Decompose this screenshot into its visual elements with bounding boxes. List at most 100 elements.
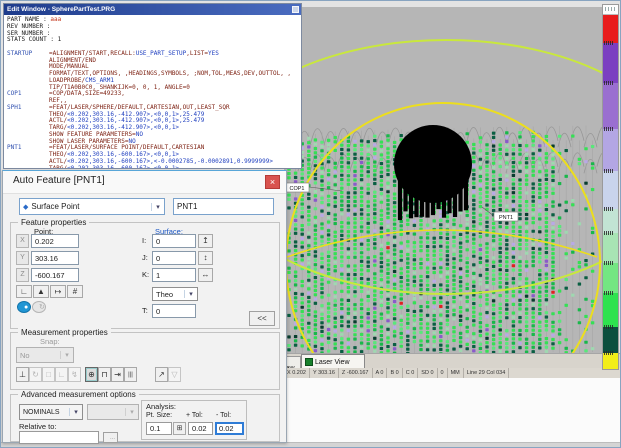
lower-panel	[287, 378, 621, 442]
dialog-titlebar: Auto Feature [PNT1] ×	[3, 171, 286, 194]
probe-mode-button[interactable]: ⊥	[16, 367, 29, 382]
code-text: TARG/	[49, 165, 67, 169]
deviation-colorbar	[602, 4, 619, 370]
j-label: J:	[142, 253, 148, 262]
chevron-down-icon: ▾	[151, 203, 164, 211]
status-field: X 0.202	[284, 368, 310, 378]
multi-hit-button[interactable]: |||	[124, 367, 137, 382]
status-field: MM	[448, 368, 464, 378]
snap-label: Snap:	[40, 337, 60, 346]
feature-type-combo[interactable]: ◆ Surface Point ▾	[19, 198, 165, 215]
dialog-title: Auto Feature [PNT1]	[13, 175, 105, 186]
code-lines[interactable]: PART NAME : aaaREV NUMBER : SER NUMBER :…	[4, 15, 301, 168]
status-field: 0	[438, 368, 448, 378]
plus-tol-label: + Tol:	[186, 412, 203, 419]
code-text: YES	[208, 50, 219, 57]
code-text: <0.202,303.16,-600.167>,<0,0,1>	[67, 165, 179, 169]
colorbar-segment	[603, 263, 618, 293]
laser-3d-viewport[interactable]: COP1 PNT1	[284, 7, 602, 353]
edit-window: Edit Window - SpherePartTest.PRG PART NA…	[3, 3, 302, 169]
edit-window-control-button[interactable]	[292, 6, 299, 13]
svg-text:COP1: COP1	[290, 186, 305, 192]
j-vector-input[interactable]	[152, 251, 196, 265]
status-field: C 0	[403, 368, 419, 378]
target-mode-button[interactable]: ⊕	[85, 367, 98, 382]
chevron-down-icon: ▾	[69, 408, 82, 416]
pt-size-label: Pt. Size:	[146, 412, 172, 419]
code-label: SPH1	[7, 105, 49, 112]
workplane-button[interactable]: ∟	[16, 285, 32, 298]
code-text: ,LIST=	[186, 50, 208, 57]
filter-button[interactable]: ▽	[168, 367, 181, 382]
zigzag-button[interactable]: ↯	[68, 367, 81, 382]
code-text: NO	[136, 131, 143, 138]
corner-button[interactable]: ∟	[55, 367, 68, 382]
t-value-input[interactable]	[152, 304, 196, 318]
collapse-button[interactable]: <<	[249, 311, 275, 326]
tab-laser-view[interactable]: Laser View	[301, 354, 365, 369]
analysis-box: Analysis: Pt. Size: + Tol: - Tol: ⊞	[141, 400, 247, 440]
colorbar-header	[603, 5, 618, 15]
measurement-properties-legend: Measurement properties	[18, 328, 111, 337]
theo-mode-combo[interactable]: Theo ▾	[152, 287, 198, 301]
regenerate-button[interactable]: ↻	[32, 301, 46, 313]
colorbar-segment	[603, 171, 618, 209]
status-bar: X 0.202Y 303.16Z -600.167A 0B 0C 0SD 00M…	[284, 368, 621, 378]
i-vector-input[interactable]	[152, 234, 196, 248]
box-button[interactable]: □	[42, 367, 55, 382]
measure-toggle-button[interactable]: ●	[17, 301, 31, 313]
pattern-button[interactable]: #	[67, 285, 83, 298]
k-label: K:	[142, 270, 149, 279]
z-axis-label: Z	[16, 268, 29, 282]
vector-jump-button[interactable]: ↗	[155, 367, 168, 382]
code-label: STARTUP	[7, 51, 49, 58]
nominals-combo[interactable]: NOMINALS ▾	[19, 404, 83, 420]
nominals-value: NOMINALS	[20, 409, 69, 416]
minus-tol-input[interactable]	[215, 422, 244, 435]
offset-vector-button[interactable]: ↔	[198, 268, 213, 282]
chevron-down-icon: ▾	[125, 408, 138, 416]
find-nominals-button[interactable]: ▲	[33, 285, 49, 298]
close-icon[interactable]: ×	[265, 175, 280, 189]
code-text: USE_PART_SETUP	[136, 50, 187, 57]
relative-to-input[interactable]	[19, 431, 99, 444]
point-size-icon-button[interactable]: ⊞	[173, 422, 186, 435]
code-text: aaa	[50, 16, 61, 23]
chevron-down-icon: ▾	[60, 351, 73, 359]
status-field: SD 0	[418, 368, 437, 378]
x-coordinate-input[interactable]	[31, 234, 79, 248]
chevron-down-icon: ▾	[184, 290, 197, 298]
z-coordinate-input[interactable]	[31, 268, 79, 282]
code-line: REV NUMBER :	[7, 24, 299, 31]
browse-button[interactable]: ...	[103, 432, 118, 443]
pierce-vector-button[interactable]: ↕	[198, 251, 213, 265]
t-label: T:	[142, 306, 148, 315]
relative-to-label: Relative to:	[19, 422, 57, 431]
colorbar-segment	[603, 327, 618, 353]
boxarrow-button[interactable]: ⇥	[111, 367, 124, 382]
tab-laser-view-label: Laser View	[315, 359, 350, 366]
colorbar-segment	[603, 233, 618, 263]
rotate-button[interactable]: ↻	[29, 367, 42, 382]
colorbar-segment	[603, 129, 618, 171]
edit-window-title: Edit Window - SpherePartTest.PRG	[7, 6, 115, 13]
plus-tol-input[interactable]	[188, 422, 213, 435]
y-coordinate-input[interactable]	[31, 251, 79, 265]
code-line: STATS COUNT : 1	[7, 37, 299, 44]
theo-mode-label: Theo	[153, 290, 184, 299]
status-field: Y 303.16	[310, 368, 339, 378]
surface-point-icon: ◆	[20, 203, 28, 211]
edit-window-titlebar: Edit Window - SpherePartTest.PRG	[4, 4, 301, 15]
y-axis-label: Y	[16, 251, 29, 265]
feature-name-input[interactable]	[173, 198, 274, 215]
pt-size-input[interactable]	[146, 422, 172, 435]
auto-feature-dialog: Auto Feature [PNT1] × ◆ Surface Point ▾ …	[2, 170, 287, 443]
normal-vector-button[interactable]: ↥	[198, 234, 213, 248]
colorbar-segment	[603, 83, 618, 129]
level-button[interactable]: ⊓	[98, 367, 111, 382]
k-vector-input[interactable]	[152, 268, 196, 282]
colorbar-segments	[603, 15, 618, 369]
reorder-button[interactable]: ↦	[50, 285, 66, 298]
svg-text:PNT1: PNT1	[499, 215, 513, 221]
colorbar-segment	[603, 293, 618, 327]
